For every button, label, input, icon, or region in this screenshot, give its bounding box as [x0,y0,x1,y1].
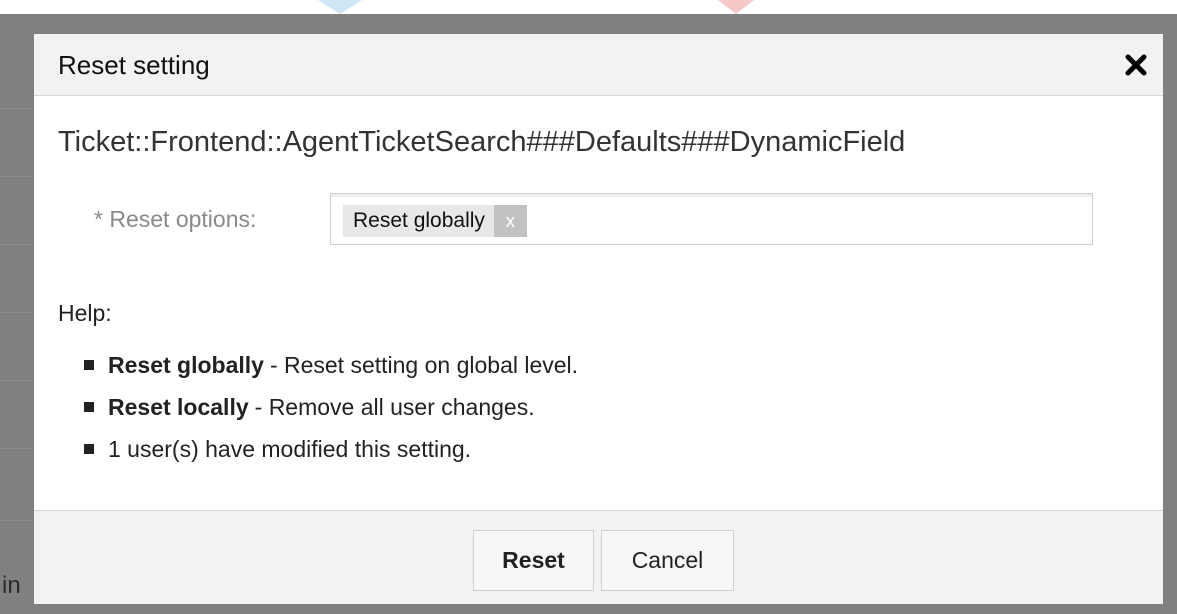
cancel-button[interactable]: Cancel [601,530,734,591]
background-divider [0,244,34,245]
reset-options-label: * Reset options: [94,206,257,232]
background-divider [0,380,34,381]
background-divider [0,520,34,521]
selected-option-tag: Reset globally x [343,205,527,237]
help-item: 1 user(s) have modified this setting. [84,428,578,470]
background-divider [0,312,34,313]
bullet-icon [84,360,94,370]
help-item-term: Reset globally [108,351,264,378]
help-label: Help: [58,300,112,326]
help-item: Reset locally - Remove all user changes. [84,386,578,428]
reset-options-select[interactable]: Reset globally x [330,193,1093,245]
background-divider [0,448,34,449]
help-item-text: 1 user(s) have modified this setting. [108,435,472,462]
background-decoration [718,0,754,14]
background-top-strip [0,0,1177,14]
help-item: Reset globally - Reset setting on global… [84,344,578,386]
dialog-footer: Reset Cancel [34,510,1163,604]
dialog-header: Reset setting [34,34,1163,96]
background-decoration [318,0,362,14]
background-divider [0,108,34,109]
reset-setting-dialog: Reset setting Ticket::Frontend::AgentTic… [34,34,1163,604]
dialog-title: Reset setting [58,50,210,80]
help-item-term: Reset locally [108,393,249,420]
selected-option-label: Reset globally [353,209,485,232]
close-icon[interactable] [1123,52,1149,78]
bullet-icon [84,444,94,454]
help-list: Reset globally - Reset setting on global… [84,344,578,470]
setting-name: Ticket::Frontend::AgentTicketSearch###De… [58,126,906,158]
help-item-text: - Reset setting on global level. [269,351,579,378]
remove-option-icon[interactable]: x [493,205,527,237]
bullet-icon [84,402,94,412]
help-item-text: - Remove all user changes. [254,393,535,420]
background-partial-text: in [2,572,21,599]
reset-button[interactable]: Reset [473,530,594,591]
background-divider [0,176,34,177]
